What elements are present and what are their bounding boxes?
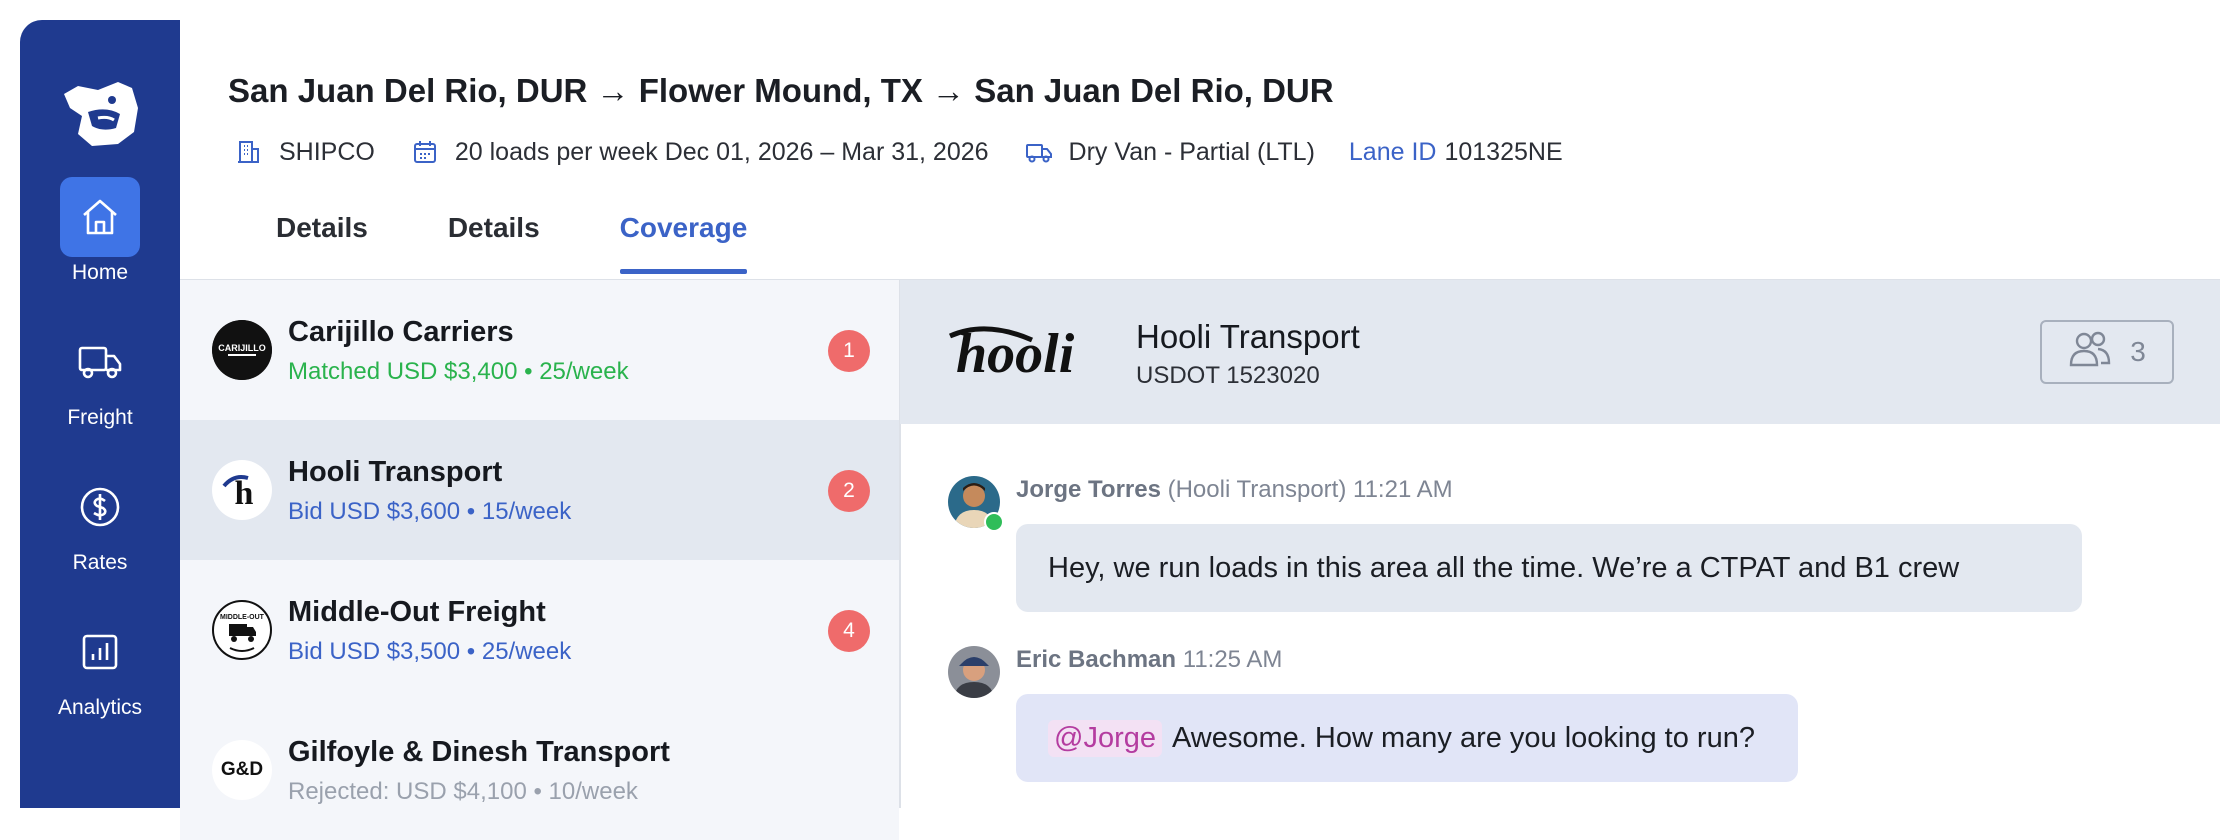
carrier-name: Middle-Out Freight (288, 596, 546, 628)
chat-carrier-name: Hooli Transport (1136, 318, 1360, 355)
carrier-logo: G&D (212, 740, 272, 800)
carrier-row-selected[interactable]: h Hooli Transport Bid USD $3,600 • 15/we… (180, 420, 899, 562)
carrier-status: Bid USD $3,600 • 15/week (288, 498, 572, 525)
message-header: Jorge Torres (Hooli Transport) 11:21 AM (1016, 476, 1453, 504)
carrier-row[interactable]: CARIJILLO Carijillo Carriers Matched USD… (180, 280, 899, 422)
lane-id-info: Lane ID 101325NE (1349, 138, 1563, 167)
lane-id-value: 101325NE (1444, 137, 1563, 166)
tab-details-2[interactable]: Details (448, 205, 540, 274)
sidebar: Home Freight Rates Analytics (20, 20, 180, 808)
tab-bar: Details Details Coverage (276, 205, 827, 274)
schedule-text: 20 loads per week Dec 01, 2026 – Mar 31,… (454, 137, 989, 166)
equipment-info: Dry Van - Partial (LTL) (1023, 136, 1315, 168)
nav-home-label: Home (71, 261, 129, 284)
nav-rates[interactable]: Rates (20, 467, 180, 575)
unread-badge: 2 (828, 470, 870, 512)
nav-analytics-label: Analytics (57, 696, 143, 719)
carrier-name: Hooli Transport (288, 456, 503, 488)
message-text: Awesome. How many are you looking to run… (1171, 721, 1755, 754)
carrier-logo: h (212, 460, 272, 520)
van-icon (1023, 136, 1055, 168)
carrier-row[interactable]: MIDDLE-OUT Middle-Out Freight Bid USD $3… (180, 560, 899, 702)
message-company: (Hooli Transport) (1167, 476, 1347, 503)
carrier-name: Carijillo Carriers (288, 316, 514, 348)
message-time: 11:25 AM (1182, 646, 1283, 673)
carrier-status: Rejected: USD $4,100 • 10/week (288, 778, 638, 805)
page-title: San Juan Del Rio, DUR → Flower Mound, TX… (228, 72, 1334, 109)
hooli-logo: hooli (946, 322, 1116, 387)
nav-freight-label: Freight (67, 406, 133, 429)
online-indicator (984, 512, 1004, 532)
carrier-status: Matched USD $3,400 • 25/week (288, 358, 629, 385)
home-icon (60, 177, 140, 257)
carrier-list: CARIJILLO Carijillo Carriers Matched USD… (180, 280, 901, 840)
building-icon (233, 136, 265, 168)
unread-badge: 4 (828, 610, 870, 652)
message-header: Eric Bachman 11:25 AM (1016, 646, 1282, 674)
hooli-logo-text: hooli (956, 323, 1075, 382)
message-time: 11:21 AM (1353, 476, 1453, 503)
nav-freight[interactable]: Freight (20, 322, 180, 430)
tab-details[interactable]: Details (276, 205, 368, 274)
carrier-logo-text: G&D (220, 759, 264, 780)
carrier-logo: MIDDLE-OUT (212, 600, 272, 660)
carrier-name: Gilfoyle & Dinesh Transport (288, 736, 670, 768)
users-icon (2068, 329, 2112, 376)
dollar-icon (60, 467, 140, 547)
shipper-name: SHIPCO (279, 137, 375, 166)
message-author: Jorge Torres (1016, 476, 1161, 503)
nav-analytics[interactable]: Analytics (20, 612, 180, 720)
message-author: Eric Bachman (1016, 646, 1177, 673)
app-logo[interactable] (58, 72, 142, 156)
carrier-logo: CARIJILLO (212, 320, 272, 380)
mention-tag[interactable]: @Jorge (1048, 719, 1162, 757)
carrier-logo-text: CARIJILLO (218, 343, 266, 353)
carrier-logo-text: MIDDLE-OUT (220, 614, 265, 621)
carrier-logo-text: h (235, 475, 254, 512)
tab-coverage[interactable]: Coverage (619, 205, 747, 274)
lane-meta: SHIPCO 20 loads per week Dec 01, 2026 – … (233, 136, 1597, 168)
message-bubble: Hey, we run loads in this area all the t… (1016, 524, 2082, 612)
chat-header: hooli Hooli Transport USDOT 1523020 3 (900, 280, 2220, 424)
usdot-number: USDOT 1523020 (1136, 362, 1320, 389)
shipper-info: SHIPCO (233, 136, 375, 168)
truck-icon (60, 322, 140, 402)
nav-rates-label: Rates (72, 551, 128, 574)
calendar-icon (409, 136, 441, 168)
unread-badge: 1 (828, 330, 870, 372)
member-count: 3 (2130, 336, 2146, 367)
lane-id-label: Lane ID (1348, 137, 1437, 166)
analytics-icon (60, 612, 140, 692)
carrier-status: Bid USD $3,500 • 25/week (288, 638, 572, 665)
message-text: Hey, we run loads in this area all the t… (1048, 551, 1960, 584)
nav-home[interactable]: Home (20, 177, 180, 285)
members-button[interactable]: 3 (2040, 320, 2174, 384)
avatar (948, 646, 1000, 698)
message-bubble: @Jorge Awesome. How many are you looking… (1016, 694, 1798, 782)
schedule-info: 20 loads per week Dec 01, 2026 – Mar 31,… (409, 136, 989, 168)
carrier-row[interactable]: G&D Gilfoyle & Dinesh Transport Rejected… (180, 700, 899, 840)
equipment-text: Dry Van - Partial (LTL) (1068, 137, 1315, 166)
